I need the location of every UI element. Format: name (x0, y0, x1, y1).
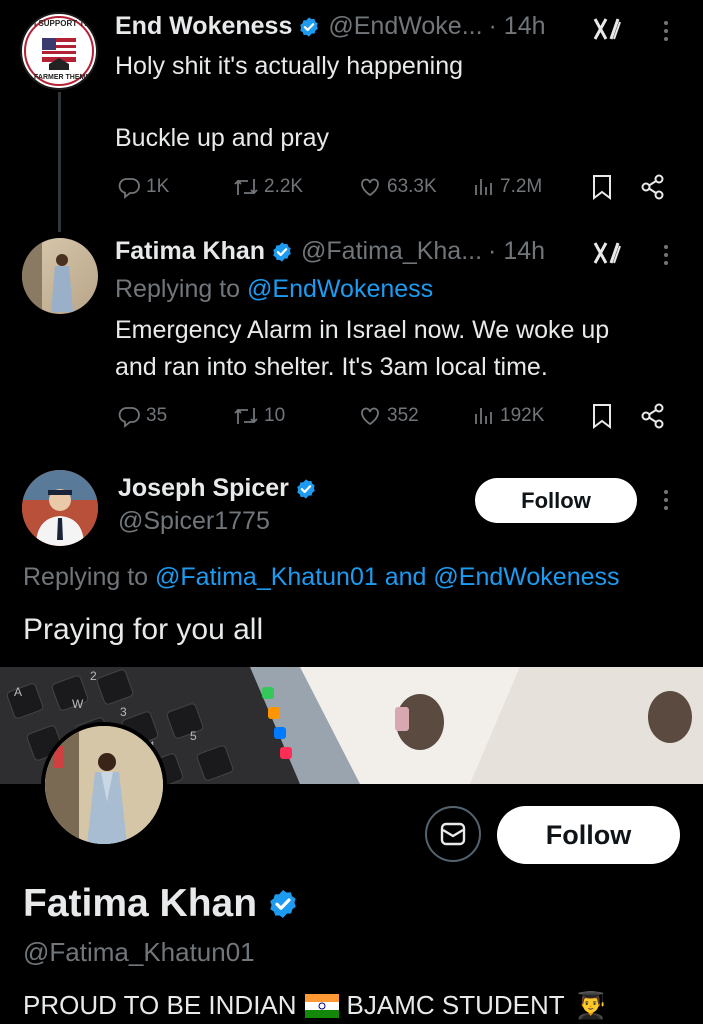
banner-key-3: 3 (120, 705, 127, 719)
avatar-endwokeness[interactable]: I SUPPORT THE FARMER THEMES (20, 12, 98, 90)
mail-icon (440, 822, 466, 846)
like-icon (361, 178, 379, 197)
share-icon[interactable] (640, 174, 666, 200)
like-icon (361, 407, 379, 426)
tweet-header: Fatima Khan @Fatima_Kha... · 14h (115, 237, 545, 266)
retweet-count: 2.2K (264, 176, 304, 197)
avatar-officer-icon (22, 470, 98, 546)
thread-line (58, 92, 61, 232)
reply-author-name[interactable]: Joseph Spicer (118, 474, 289, 503)
reply-button[interactable]: 1K (116, 175, 169, 199)
author-handle[interactable]: @EndWoke... (328, 12, 482, 41)
replying-prefix: Replying to (23, 563, 149, 591)
views-button[interactable]: 7.2M (472, 175, 542, 199)
retweet-icon (234, 408, 258, 424)
like-count: 63.3K (387, 176, 437, 197)
like-count: 352 (387, 405, 419, 426)
avatar-text-top: I SUPPORT THE (34, 19, 96, 28)
reply-author-line: Joseph Spicer (118, 474, 317, 503)
avatar-person-icon (22, 238, 73, 314)
author-name[interactable]: Fatima Khan (115, 237, 265, 266)
retweet-count: 10 (264, 405, 286, 426)
reply-count: 35 (146, 405, 168, 426)
tweet-text-line-1: Emergency Alarm in Israel now. We woke u… (115, 316, 610, 344)
banner-key-w: W (72, 697, 84, 711)
tweet-time[interactable]: · 14h (489, 12, 546, 41)
more-icon[interactable] (663, 21, 669, 41)
reply-icon (118, 178, 140, 199)
profile-bio: PROUD TO BE INDIAN BJAMC STUDENT 👨‍🎓 (23, 990, 607, 1021)
retweet-button[interactable]: 2.2K (232, 175, 303, 199)
verified-badge-icon (297, 478, 315, 499)
replying-to-link-2[interactable]: @EndWokeness (433, 563, 619, 591)
profile-avatar[interactable] (41, 722, 167, 848)
replying-to: Replying to @EndWokeness (115, 271, 433, 308)
verified-badge-icon (273, 241, 291, 262)
profile-name: Fatima Khan (23, 882, 258, 925)
avatar-spicer[interactable] (22, 470, 98, 546)
tweet-text-line-1: Holy shit it's actually happening (115, 52, 464, 80)
reply-button[interactable]: 35 (116, 404, 167, 428)
banner-key-a: A (14, 685, 23, 699)
india-flag-icon (304, 993, 339, 1018)
replying-prefix: Replying to (115, 275, 241, 303)
replying-to: Replying to @Fatima_Khatun01 and @EndWok… (23, 563, 620, 592)
profile-name-line: Fatima Khan (23, 882, 299, 926)
profile-follow-button[interactable]: Follow (497, 806, 680, 864)
retweet-icon (234, 179, 258, 195)
like-button[interactable]: 63.3K (357, 175, 437, 199)
verified-badge-icon (300, 16, 319, 37)
banner-key-5: 5 (190, 729, 197, 743)
like-button[interactable]: 352 (357, 404, 419, 428)
reply-icon (118, 407, 140, 428)
retweet-button[interactable]: 10 (232, 404, 285, 428)
author-name[interactable]: End Wokeness (115, 12, 292, 41)
reply-count: 1K (146, 176, 170, 197)
views-button[interactable]: 192K (472, 404, 544, 428)
avatar-text-bottom: FARMER THEMES (34, 74, 95, 81)
replying-to-link-1[interactable]: @Fatima_Khatun01 (155, 563, 378, 591)
banner-key-2: 2 (90, 669, 97, 683)
student-emoji: 👨‍🎓 (574, 990, 608, 1020)
views-count: 7.2M (500, 176, 543, 197)
bio-prefix: PROUD TO BE INDIAN (23, 990, 297, 1020)
bookmark-icon[interactable] (591, 403, 613, 429)
share-icon[interactable] (640, 403, 666, 429)
views-icon (475, 179, 492, 195)
message-button[interactable] (425, 806, 481, 862)
replying-and[interactable]: and (385, 563, 427, 591)
avatar-fatima[interactable] (22, 238, 98, 314)
more-icon[interactable] (663, 245, 669, 265)
profile-avatar-person-icon (45, 726, 163, 844)
more-icon[interactable] (663, 490, 669, 510)
replying-to-link[interactable]: @EndWokeness (247, 275, 433, 303)
author-handle[interactable]: @Fatima_Kha... (301, 237, 482, 266)
follow-button[interactable]: Follow (475, 478, 637, 523)
tweet-header: End Wokeness @EndWoke... · 14h (115, 12, 546, 41)
verified-badge-icon (270, 890, 296, 918)
tweet-text-line-3: Buckle up and pray (115, 124, 330, 152)
bookmark-icon[interactable] (591, 174, 613, 200)
tweet-time[interactable]: · 14h (488, 237, 545, 266)
bio-suffix: BJAMC STUDENT (346, 990, 565, 1020)
reply-author-handle[interactable]: @Spicer1775 (118, 507, 270, 536)
grok-icon[interactable] (592, 240, 622, 266)
views-count: 192K (500, 405, 545, 426)
reply-text: Praying for you all (23, 613, 264, 646)
views-icon (475, 408, 492, 424)
tweet-text-line-2: and ran into shelter. It's 3am local tim… (115, 353, 548, 381)
grok-icon[interactable] (592, 16, 622, 42)
profile-handle: @Fatima_Khatun01 (23, 937, 255, 967)
